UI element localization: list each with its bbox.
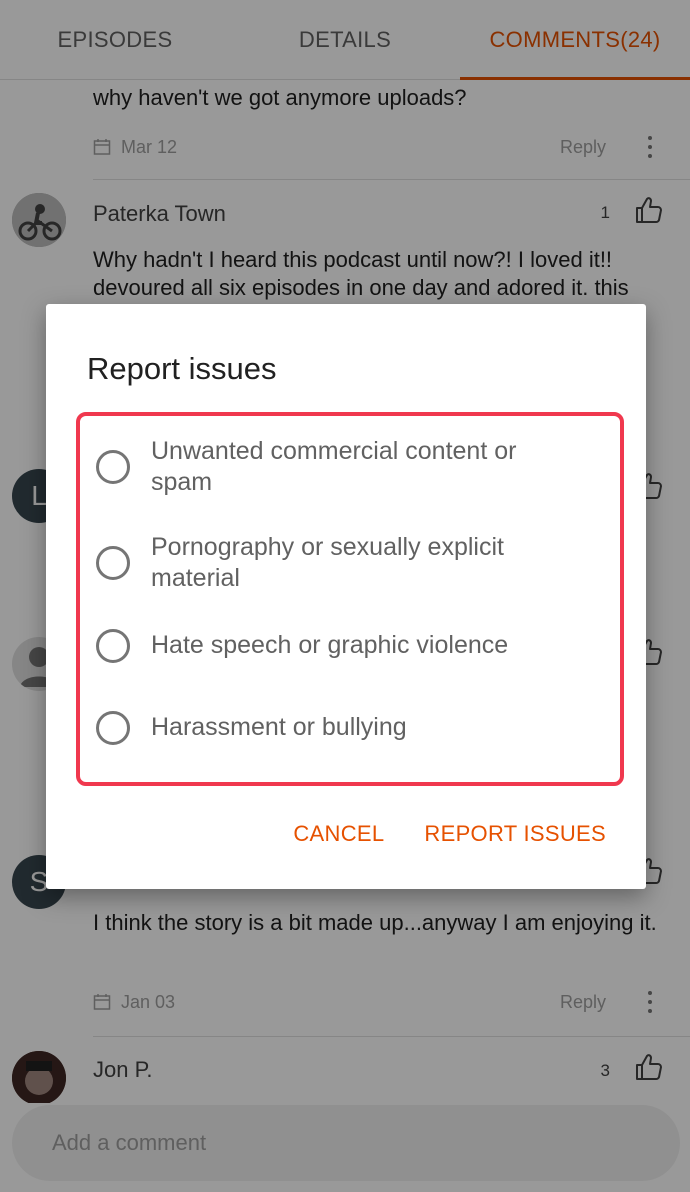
option-label: Pornography or sexually explicit materia… <box>151 533 504 592</box>
dialog-actions: CANCEL REPORT ISSUES <box>293 821 606 847</box>
option-label: Harassment or bullying <box>151 713 407 741</box>
radio-unchecked-icon[interactable] <box>96 629 130 663</box>
report-option-spam[interactable]: Unwanted commercial content or spam <box>80 434 620 500</box>
option-label: Hate speech or graphic violence <box>151 631 509 659</box>
report-option-harassment[interactable]: Harassment or bullying <box>80 706 620 750</box>
dialog-title: Report issues <box>87 351 277 386</box>
options-highlight-box: Unwanted commercial content or spam Porn… <box>76 412 624 786</box>
report-issues-dialog: Report issues Unwanted commercial conten… <box>46 304 646 889</box>
option-label: Unwanted commercial content or spam <box>151 437 517 496</box>
report-option-hate-speech[interactable]: Hate speech or graphic violence <box>80 624 620 668</box>
radio-unchecked-icon[interactable] <box>96 711 130 745</box>
report-option-sexual-content[interactable]: Pornography or sexually explicit materia… <box>80 530 620 596</box>
cancel-button[interactable]: CANCEL <box>293 821 384 847</box>
radio-unchecked-icon[interactable] <box>96 546 130 580</box>
report-issues-button[interactable]: REPORT ISSUES <box>424 821 606 847</box>
radio-unchecked-icon[interactable] <box>96 450 130 484</box>
